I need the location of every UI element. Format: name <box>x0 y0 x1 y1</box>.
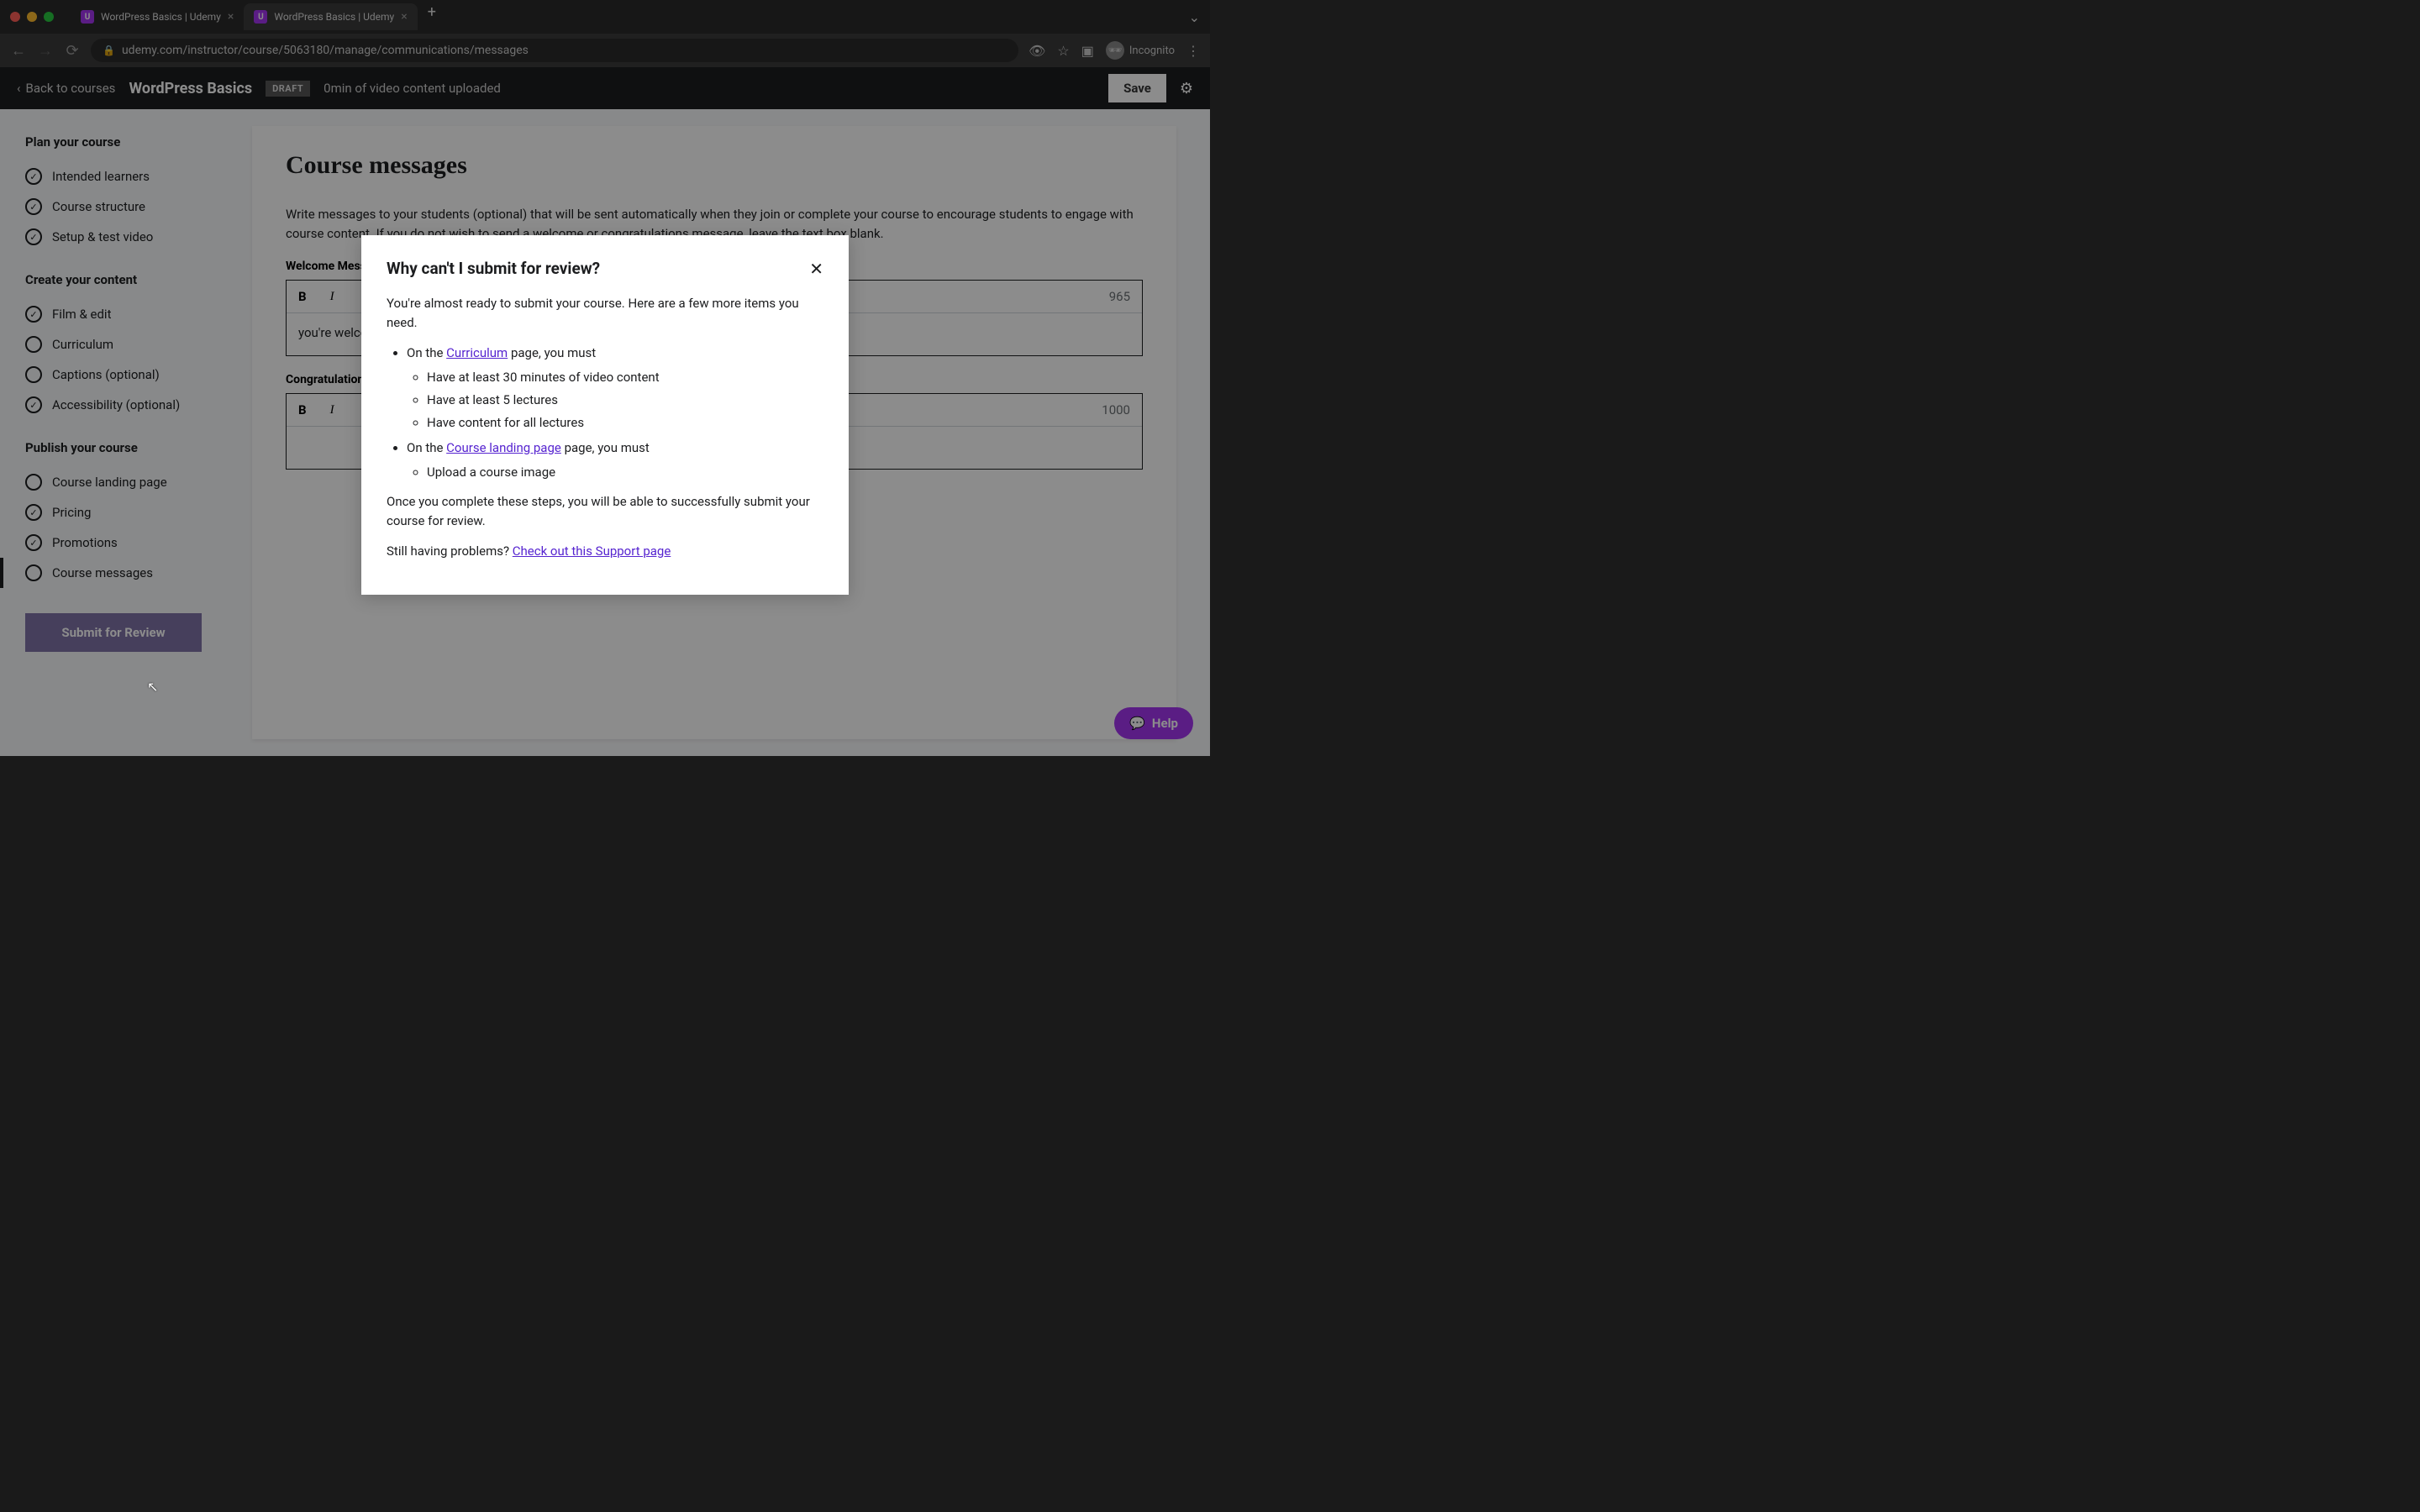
modal-still-having: Still having problems? Check out this Su… <box>387 542 823 561</box>
panel-icon[interactable]: ▣ <box>1081 43 1094 59</box>
bold-button[interactable]: B <box>287 394 318 426</box>
course-title: WordPress Basics <box>129 80 252 97</box>
browser-tab[interactable]: U WordPress Basics | Udemy × <box>244 3 417 30</box>
modal-subitem: Have content for all lectures <box>427 413 823 433</box>
sidebar-section-heading: Create your content <box>25 272 235 287</box>
sidebar-item-label: Film & edit <box>52 307 111 322</box>
check-circle-icon <box>25 396 42 413</box>
incognito-label: Incognito <box>1129 45 1175 57</box>
tab-title: WordPress Basics | Udemy <box>101 11 221 23</box>
browser-tab[interactable]: U WordPress Basics | Udemy × <box>71 3 244 30</box>
tab-close-icon[interactable]: × <box>401 10 407 24</box>
char-count: 1000 <box>1090 394 1142 426</box>
gear-icon[interactable]: ⚙ <box>1180 80 1193 97</box>
tab-close-icon[interactable]: × <box>228 10 234 24</box>
empty-circle-icon <box>25 336 42 353</box>
sidebar-item-captions[interactable]: Captions (optional) <box>25 360 235 390</box>
sidebar-item-intended-learners[interactable]: Intended learners <box>25 161 235 192</box>
udemy-favicon: U <box>254 10 267 24</box>
check-circle-icon <box>25 306 42 323</box>
modal-item: On the Curriculum page, you must Have at… <box>407 344 823 433</box>
check-circle-icon <box>25 534 42 551</box>
modal-subitem: Have at least 30 minutes of video conten… <box>427 368 823 387</box>
modal-title: Why can't I submit for review? <box>387 259 600 278</box>
nav-back-button[interactable]: ← <box>10 42 27 60</box>
tab-title: WordPress Basics | Udemy <box>274 11 394 23</box>
sidebar-item-course-messages[interactable]: Course messages <box>25 558 235 588</box>
italic-button[interactable]: I <box>318 395 346 426</box>
browser-titlebar: U WordPress Basics | Udemy × U WordPress… <box>0 0 1210 34</box>
address-bar[interactable]: 🔒 udemy.com/instructor/course/5063180/ma… <box>91 39 1018 62</box>
chat-icon: 💬 <box>1129 716 1145 731</box>
sidebar-item-setup-test-video[interactable]: Setup & test video <box>25 222 235 252</box>
check-circle-icon <box>25 228 42 245</box>
sidebar-item-accessibility[interactable]: Accessibility (optional) <box>25 390 235 420</box>
sidebar-item-label: Promotions <box>52 535 118 550</box>
sidebar-item-label: Course structure <box>52 199 145 214</box>
sidebar-item-label: Pricing <box>52 505 91 520</box>
save-button[interactable]: Save <box>1108 74 1166 102</box>
page-title: Course messages <box>286 151 1143 180</box>
window-minimize-button[interactable] <box>27 12 37 22</box>
incognito-badge[interactable]: 🕶 Incognito <box>1106 41 1175 60</box>
sidebar-item-curriculum[interactable]: Curriculum <box>25 329 235 360</box>
upload-status: 0min of video content uploaded <box>324 81 501 96</box>
modal-item: On the Course landing page page, you mus… <box>407 438 823 483</box>
modal-subitem: Have at least 5 lectures <box>427 391 823 410</box>
sidebar-item-label: Curriculum <box>52 337 113 352</box>
modal-subitem: Upload a course image <box>427 463 823 482</box>
sidebar-item-label: Course landing page <box>52 475 167 490</box>
char-count: 965 <box>1097 281 1142 312</box>
back-to-courses-link[interactable]: ‹ Back to courses <box>17 81 115 96</box>
empty-circle-icon <box>25 474 42 491</box>
back-label: Back to courses <box>26 81 116 96</box>
empty-circle-icon <box>25 366 42 383</box>
curriculum-link[interactable]: Curriculum <box>446 345 508 360</box>
check-circle-icon <box>25 198 42 215</box>
empty-circle-icon <box>25 564 42 581</box>
modal-intro: You're almost ready to submit your cours… <box>387 294 823 333</box>
help-button[interactable]: 💬 Help <box>1114 707 1193 739</box>
check-circle-icon <box>25 168 42 185</box>
sidebar-item-course-landing[interactable]: Course landing page <box>25 467 235 497</box>
window-maximize-button[interactable] <box>44 12 54 22</box>
sidebar-item-label: Setup & test video <box>52 229 153 244</box>
sidebar-item-label: Captions (optional) <box>52 367 160 382</box>
check-circle-icon <box>25 504 42 521</box>
sidebar-item-label: Course messages <box>52 565 153 580</box>
support-page-link[interactable]: Check out this Support page <box>513 543 671 559</box>
lock-icon: 🔒 <box>103 45 115 56</box>
bold-button[interactable]: B <box>287 281 318 312</box>
chevron-down-icon[interactable]: ⌄ <box>1189 9 1200 25</box>
status-badge: DRAFT <box>266 81 310 97</box>
nav-reload-button[interactable]: ⟳ <box>64 42 81 60</box>
app-header: ‹ Back to courses WordPress Basics DRAFT… <box>0 67 1210 109</box>
incognito-icon: 🕶 <box>1106 41 1124 60</box>
chevron-left-icon: ‹ <box>17 81 21 96</box>
sidebar-section-heading: Plan your course <box>25 134 235 150</box>
submit-review-modal: Why can't I submit for review? ✕ You're … <box>361 235 849 595</box>
modal-once-complete: Once you complete these steps, you will … <box>387 492 823 532</box>
sidebar: Plan your course Intended learners Cours… <box>0 109 235 756</box>
modal-close-button[interactable]: ✕ <box>809 259 823 279</box>
window-close-button[interactable] <box>10 12 20 22</box>
sidebar-item-course-structure[interactable]: Course structure <box>25 192 235 222</box>
sidebar-section-heading: Publish your course <box>25 440 235 455</box>
menu-icon[interactable]: ⋮ <box>1186 43 1200 59</box>
landing-page-link[interactable]: Course landing page <box>446 440 561 455</box>
udemy-favicon: U <box>81 10 94 24</box>
help-label: Help <box>1152 716 1178 731</box>
new-tab-button[interactable]: + <box>418 3 446 30</box>
italic-button[interactable]: I <box>318 281 346 312</box>
sidebar-item-promotions[interactable]: Promotions <box>25 528 235 558</box>
sidebar-item-label: Accessibility (optional) <box>52 397 180 412</box>
url-text: udemy.com/instructor/course/5063180/mana… <box>122 44 529 57</box>
sidebar-item-pricing[interactable]: Pricing <box>25 497 235 528</box>
submit-for-review-button[interactable]: Submit for Review <box>25 613 202 652</box>
eye-off-icon[interactable]: 👁 <box>1028 43 1045 59</box>
sidebar-item-label: Intended learners <box>52 169 150 184</box>
bookmark-icon[interactable]: ☆ <box>1057 43 1069 59</box>
nav-forward-button[interactable]: → <box>37 42 54 60</box>
sidebar-item-film-edit[interactable]: Film & edit <box>25 299 235 329</box>
